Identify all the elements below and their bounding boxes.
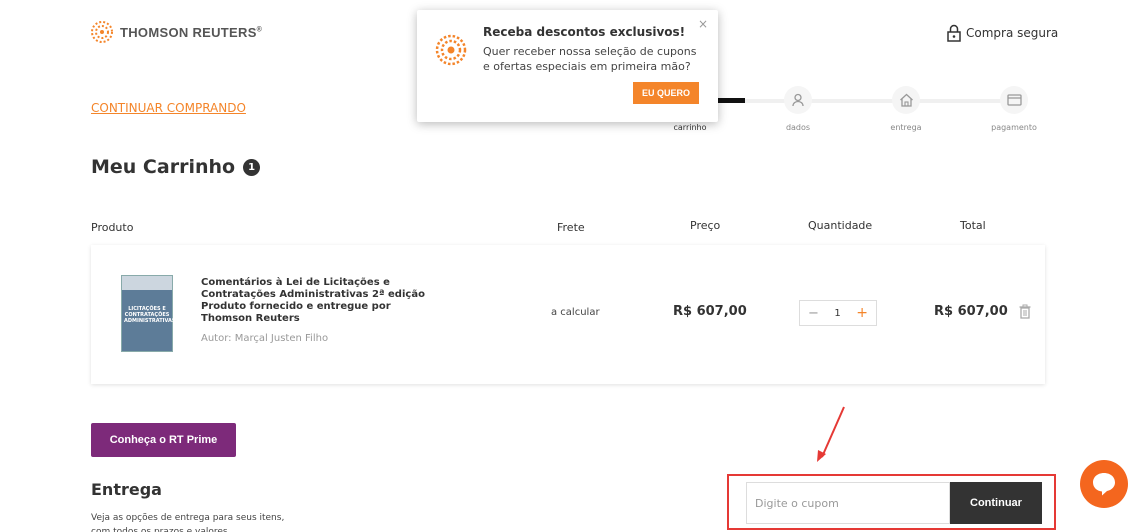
quantity-value[interactable]: 1	[834, 308, 840, 319]
product-author: Autor: Marçal Justen Filho	[201, 333, 329, 344]
column-header-price: Preço	[690, 219, 721, 232]
step-entrega: entrega	[876, 86, 936, 132]
step-pagamento: pagamento	[984, 86, 1044, 132]
rt-prime-button[interactable]: Conheça o RT Prime	[91, 423, 236, 457]
chat-bubble-icon	[1093, 473, 1115, 496]
apply-coupon-button[interactable]: Continuar	[950, 482, 1042, 524]
product-name[interactable]: Comentários à Lei de Licitações e Contra…	[201, 277, 437, 325]
brand-logo[interactable]: THOMSON REUTERS®	[90, 20, 262, 44]
thomson-reuters-logo-icon	[91, 21, 113, 43]
column-header-total: Total	[960, 219, 986, 232]
product-cover-band	[122, 276, 172, 290]
delivery-text: Veja as opções de entrega para seus iten…	[91, 513, 285, 532]
page-title: Meu Carrinho 1	[91, 156, 261, 178]
quantity-stepper: − 1 +	[799, 300, 877, 326]
annotation-arrow-icon	[817, 406, 845, 462]
cart-count-badge: 1	[243, 158, 261, 176]
eu-quero-button[interactable]: EU QUERO	[633, 82, 699, 104]
freight-value: a calcular	[551, 307, 600, 318]
page-title-text: Meu Carrinho	[91, 156, 236, 178]
increase-quantity-button[interactable]: +	[856, 305, 868, 321]
brand-name: THOMSON REUTERS®	[120, 24, 263, 40]
continue-shopping-link[interactable]: CONTINUAR COMPRANDO	[91, 101, 246, 115]
chat-button[interactable]	[1080, 460, 1128, 508]
user-icon	[784, 86, 812, 114]
lock-icon	[947, 24, 961, 42]
thomson-reuters-logo-icon	[435, 34, 467, 66]
close-icon[interactable]: ×	[698, 17, 708, 31]
product-cover-title: LICITAÇÕES E CONTRATAÇÕES ADMINISTRATIVA…	[124, 306, 176, 324]
column-header-product: Produto	[91, 221, 134, 234]
trash-icon[interactable]	[1019, 304, 1031, 319]
step-label: pagamento	[991, 123, 1037, 132]
step-label: carrinho	[673, 123, 707, 132]
popup-text: Quer receber nossa seleção de cupons e o…	[483, 45, 697, 73]
popup-title: Receba descontos exclusivos!	[483, 25, 686, 39]
secure-purchase: Compra segura	[946, 24, 1058, 42]
decrease-quantity-button[interactable]: −	[808, 306, 819, 321]
price-value: R$ 607,00	[673, 304, 747, 319]
product-image[interactable]: LICITAÇÕES E CONTRATAÇÕES ADMINISTRATIVA…	[121, 275, 176, 352]
cart-item-row: LICITAÇÕES E CONTRATAÇÕES ADMINISTRATIVA…	[91, 245, 1045, 384]
step-label: entrega	[890, 123, 922, 132]
coupon-input[interactable]	[746, 482, 950, 524]
delivery-title: Entrega	[91, 480, 162, 499]
home-icon	[892, 86, 920, 114]
card-icon	[1000, 86, 1028, 114]
newsletter-popup: Receba descontos exclusivos! Quer recebe…	[417, 10, 718, 122]
step-dados: dados	[768, 86, 828, 132]
column-header-quantity: Quantidade	[808, 219, 873, 232]
step-label: dados	[785, 123, 811, 132]
total-value: R$ 607,00	[934, 304, 1008, 319]
column-header-freight: Frete	[557, 221, 585, 234]
secure-label: Compra segura	[966, 26, 1059, 40]
